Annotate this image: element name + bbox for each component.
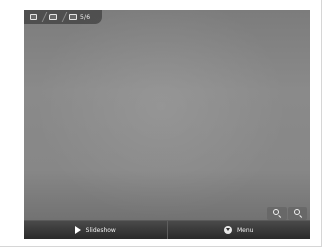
menu-label: Menu xyxy=(237,226,254,234)
zoom-out-button[interactable] xyxy=(267,207,287,220)
device-frame: 5/6 Slideshow Menu xyxy=(0,0,322,247)
album-icon xyxy=(30,14,37,20)
menu-icon xyxy=(224,226,232,234)
photo-position: 5/6 xyxy=(80,13,91,21)
photo-icon xyxy=(69,14,77,20)
breadcrumb-album[interactable] xyxy=(24,10,43,24)
zoom-controls xyxy=(267,207,307,220)
breadcrumb-photo[interactable]: 5/6 xyxy=(63,10,96,24)
play-icon xyxy=(74,226,81,234)
slideshow-label: Slideshow xyxy=(85,226,116,234)
bottom-action-bar: Slideshow Menu xyxy=(24,220,310,239)
breadcrumb: 5/6 xyxy=(24,10,102,24)
breadcrumb-folder[interactable] xyxy=(43,10,63,24)
zoom-in-button[interactable] xyxy=(287,207,307,220)
zoom-out-icon xyxy=(273,209,279,215)
menu-button[interactable]: Menu xyxy=(168,221,311,239)
zoom-in-icon xyxy=(293,209,300,215)
folder-icon xyxy=(49,14,57,20)
slideshow-button[interactable]: Slideshow xyxy=(24,221,167,239)
photo-viewer[interactable]: 5/6 Slideshow Menu xyxy=(24,10,310,239)
